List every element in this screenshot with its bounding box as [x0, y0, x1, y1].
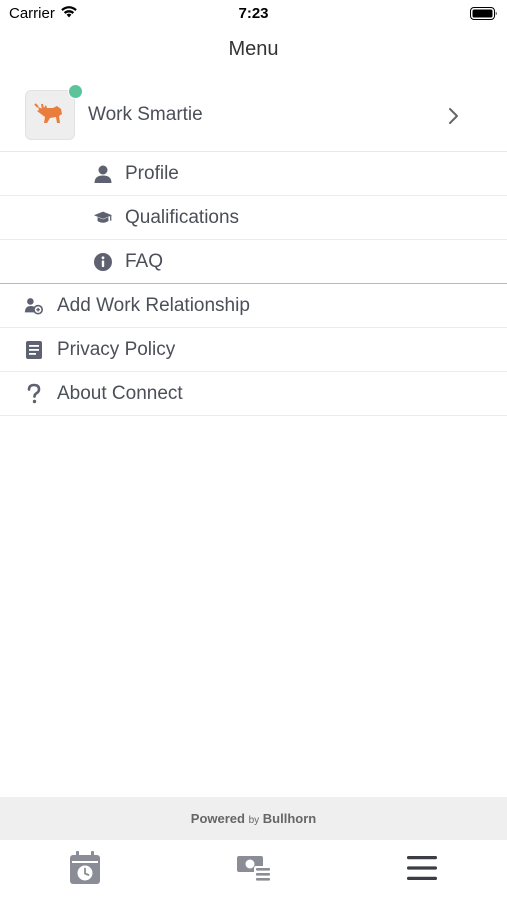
- menu-item-qualifications[interactable]: Qualifications: [0, 196, 507, 240]
- person-icon: [93, 164, 113, 184]
- menu-item-label: FAQ: [125, 251, 164, 272]
- menu-item-faq[interactable]: FAQ: [0, 240, 507, 284]
- powered-label: Powered: [190, 811, 245, 826]
- account-row[interactable]: Work Smartie: [0, 80, 507, 152]
- online-status-dot: [68, 84, 83, 99]
- add-relationship-icon: [24, 296, 44, 316]
- menu-item-privacy-policy[interactable]: Privacy Policy: [0, 328, 507, 372]
- document-icon: [24, 340, 44, 360]
- menu-item-label: Privacy Policy: [57, 339, 176, 360]
- menu-item-profile[interactable]: Profile: [0, 152, 507, 196]
- menu-item-add-work-relationship[interactable]: Add Work Relationship: [0, 284, 507, 328]
- tab-bar: [0, 840, 507, 900]
- menu-item-label: Add Work Relationship: [57, 295, 250, 316]
- question-icon: [24, 383, 44, 404]
- powered-by-footer: Powered by Bullhorn: [0, 797, 507, 840]
- powered-by-label: by: [248, 815, 260, 826]
- calendar-clock-icon: [69, 850, 101, 890]
- avatar: [25, 90, 75, 140]
- pay-tab[interactable]: [234, 852, 274, 888]
- menu-screen: Carrier 7:23 Menu Work Smartie Profile Q…: [0, 0, 507, 900]
- graduation-cap-icon: [93, 208, 113, 228]
- menu-item-label: About Connect: [57, 383, 183, 404]
- menu-item-label: Qualifications: [125, 207, 240, 228]
- chevron-right-icon: [448, 107, 459, 130]
- battery-icon: [470, 7, 498, 25]
- menu-item-about-connect[interactable]: About Connect: [0, 372, 507, 416]
- schedule-tab[interactable]: [65, 850, 105, 890]
- clock: 7:23: [238, 5, 269, 22]
- hamburger-icon: [406, 855, 438, 886]
- status-bar: Carrier 7:23: [0, 0, 507, 28]
- info-icon: [93, 252, 113, 272]
- bull-logo-icon: [34, 98, 66, 133]
- account-name: Work Smartie: [88, 104, 203, 125]
- menu-item-label: Profile: [125, 163, 179, 184]
- page-title: Menu: [228, 38, 279, 60]
- money-list-icon: [236, 853, 272, 888]
- brand-label: Bullhorn: [262, 811, 317, 826]
- menu-tab[interactable]: [402, 852, 442, 888]
